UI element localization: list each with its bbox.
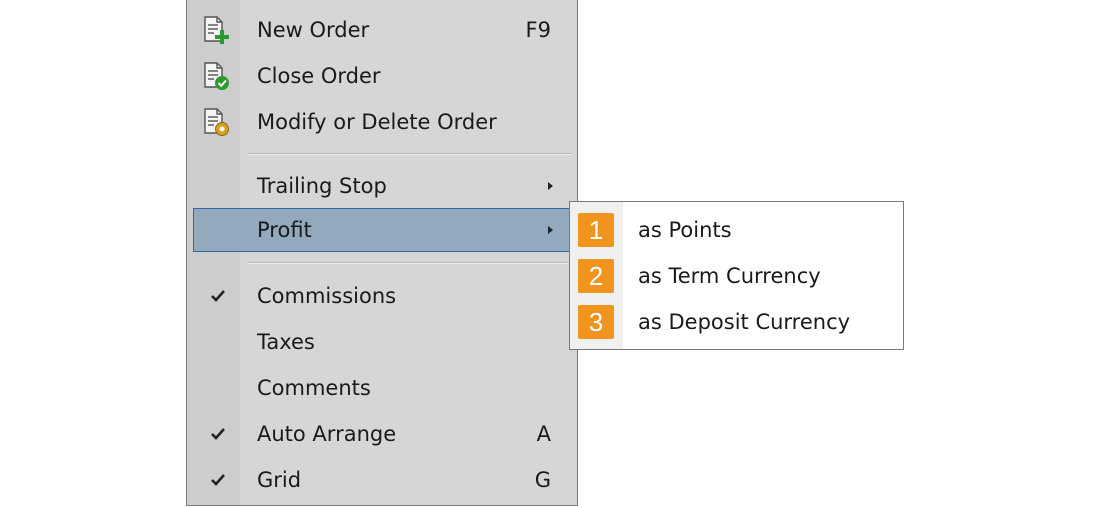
menu-item-label: Close Order bbox=[257, 64, 381, 88]
menu-item-label: Trailing Stop bbox=[257, 174, 387, 198]
shortcut-label: F9 bbox=[525, 18, 551, 42]
menu-item-new-order[interactable]: New Order F9 bbox=[193, 8, 573, 52]
menu-item-label: Auto Arrange bbox=[257, 422, 397, 446]
menu-item-label: Grid bbox=[257, 468, 302, 492]
close-order-icon bbox=[201, 61, 231, 91]
menu-item-label: Taxes bbox=[257, 330, 315, 354]
menu-item-label: New Order bbox=[257, 18, 370, 42]
new-order-icon bbox=[201, 15, 231, 45]
submenu-item-label: as Term Currency bbox=[638, 264, 821, 288]
shortcut-label: G bbox=[534, 468, 551, 492]
profit-submenu: 1 as Points 2 as Term Currency 3 as Depo… bbox=[569, 201, 904, 350]
menu-item-trailing-stop[interactable]: Trailing Stop bbox=[193, 164, 573, 208]
menu-item-profit[interactable]: Profit bbox=[193, 208, 573, 252]
submenu-arrow-icon bbox=[548, 226, 553, 234]
modify-order-icon bbox=[201, 107, 231, 137]
submenu-item-as-term-currency[interactable]: 2 as Term Currency bbox=[570, 253, 903, 299]
menu-item-modify-order[interactable]: Modify or Delete Order bbox=[193, 100, 573, 144]
menu-item-taxes[interactable]: Taxes bbox=[193, 320, 573, 364]
menu-item-label: Modify or Delete Order bbox=[257, 110, 497, 134]
menu-item-comments[interactable]: Comments bbox=[193, 366, 573, 410]
menu-item-auto-arrange[interactable]: Auto Arrange A bbox=[193, 412, 573, 456]
menu-separator bbox=[247, 262, 573, 264]
submenu-arrow-icon bbox=[548, 182, 553, 190]
shortcut-label: A bbox=[536, 422, 551, 446]
menu-item-label: Commissions bbox=[257, 284, 397, 308]
number-badge: 1 bbox=[578, 213, 614, 247]
number-badge: 3 bbox=[578, 305, 614, 339]
submenu-item-as-points[interactable]: 1 as Points bbox=[570, 207, 903, 253]
submenu-item-label: as Points bbox=[638, 218, 732, 242]
menu-item-label: Profit bbox=[257, 218, 312, 242]
checkmark-icon bbox=[209, 425, 227, 443]
submenu-item-label: as Deposit Currency bbox=[638, 310, 851, 334]
checkmark-icon bbox=[209, 287, 227, 305]
menu-item-label: Comments bbox=[257, 376, 371, 400]
number-badge: 2 bbox=[578, 259, 614, 293]
checkmark-icon bbox=[209, 471, 227, 489]
menu-item-close-order[interactable]: Close Order bbox=[193, 54, 573, 98]
menu-item-commissions[interactable]: Commissions bbox=[193, 274, 573, 318]
context-menu: New Order F9 Close Order Modify or Delet… bbox=[186, 0, 578, 506]
menu-item-grid[interactable]: Grid G bbox=[193, 458, 573, 502]
submenu-item-as-deposit-currency[interactable]: 3 as Deposit Currency bbox=[570, 299, 903, 345]
menu-separator bbox=[247, 153, 573, 155]
